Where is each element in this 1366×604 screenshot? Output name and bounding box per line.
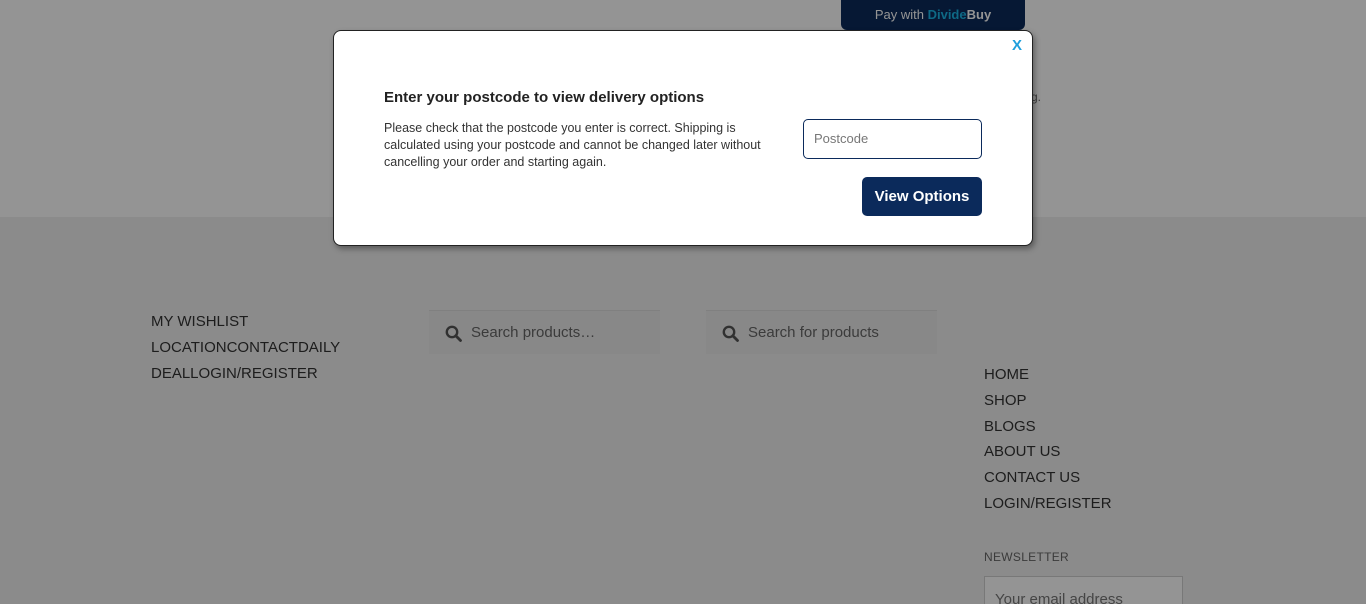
postcode-placeholder: Postcode: [814, 131, 869, 146]
postcode-input[interactable]: Postcode: [803, 119, 982, 159]
view-options-button[interactable]: View Options: [862, 177, 982, 216]
modal-description: Please check that the postcode you enter…: [384, 121, 761, 169]
close-modal-button[interactable]: X: [1012, 37, 1022, 54]
delivery-postcode-modal: X Enter your postcode to view delivery o…: [333, 30, 1033, 246]
modal-title: Enter your postcode to view delivery opt…: [384, 89, 705, 106]
